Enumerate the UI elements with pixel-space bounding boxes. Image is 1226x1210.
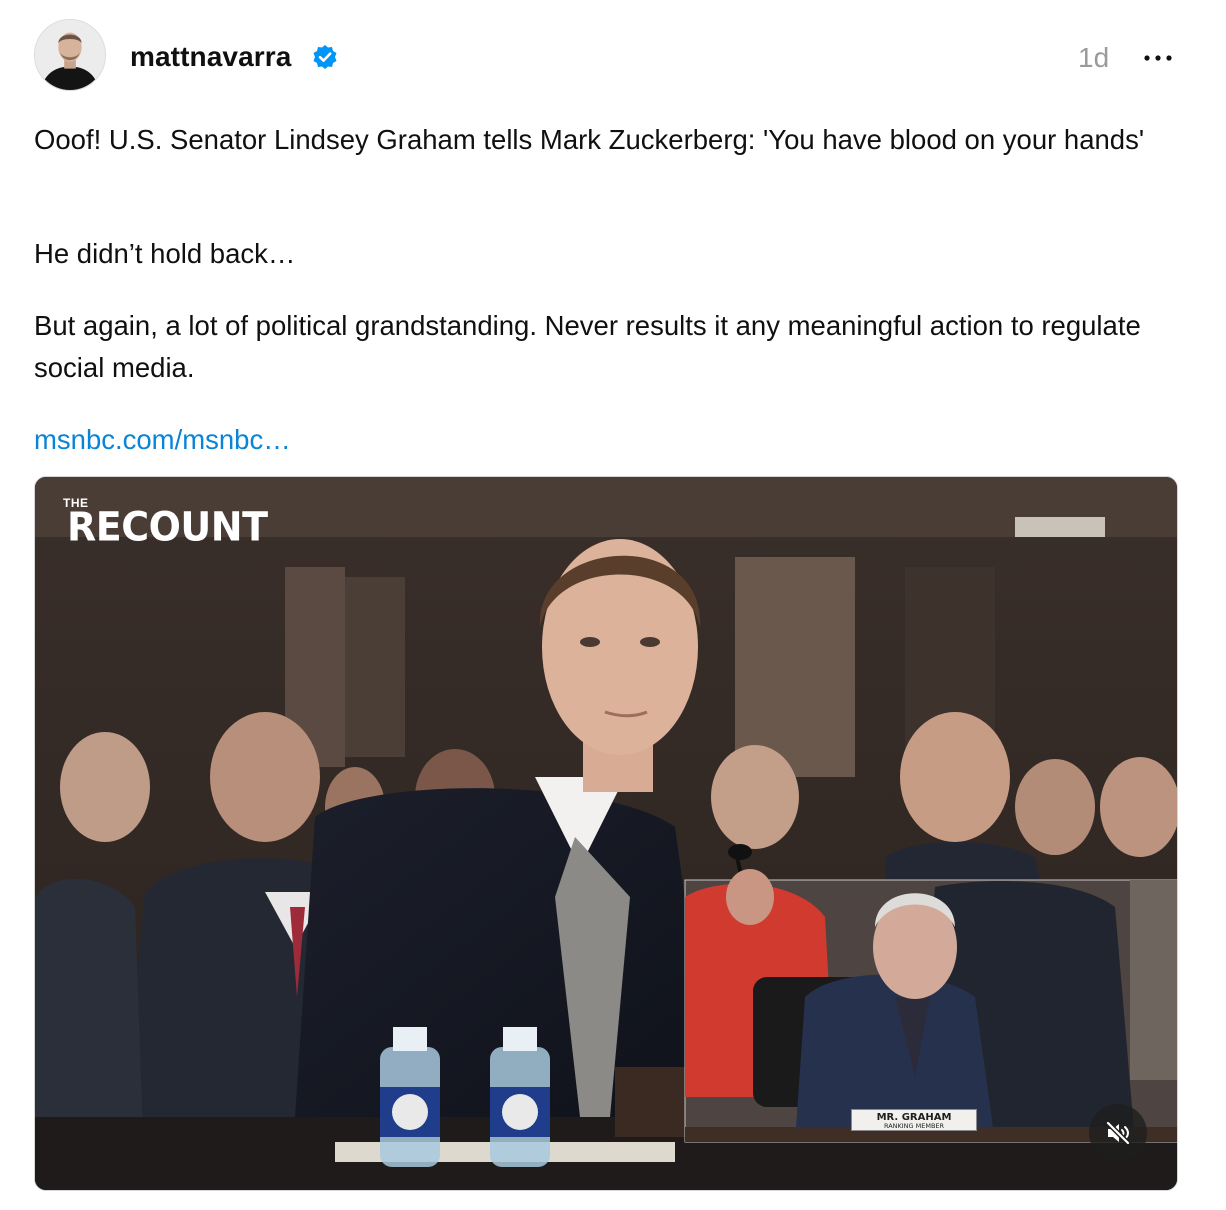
avatar-image [35, 20, 105, 90]
placard-title: RANKING MEMBER [883, 1122, 945, 1130]
post-text-paragraph: He didn’t hold back… [34, 238, 296, 269]
verified-badge-icon [313, 45, 337, 69]
external-link[interactable]: msnbc.com/msnbc… [34, 419, 291, 461]
video-logo: RECOUNT [67, 503, 268, 551]
post-text-paragraph: But again, a lot of political grandstand… [34, 310, 1141, 383]
name-placard: MR. GRAHAM RANKING MEMBER [851, 1109, 977, 1131]
video-player[interactable]: THE RECOUNT MR. GRAHAM RANKING MEMBER [34, 476, 1178, 1191]
post-timestamp[interactable]: 1d [1078, 42, 1109, 74]
mute-toggle-button[interactable] [1089, 1104, 1147, 1162]
post-text-paragraph: Ooof! U.S. Senator Lindsey Graham tells … [34, 124, 1145, 155]
more-options-icon[interactable] [1141, 46, 1175, 70]
speaker-muted-icon [1105, 1120, 1131, 1146]
video-frame [35, 477, 1177, 1190]
thread-post: mattnavarra 1d Ooof! U.S. Senator Lindse… [0, 0, 1226, 1210]
username[interactable]: mattnavarra [130, 40, 291, 74]
avatar[interactable] [34, 19, 106, 91]
